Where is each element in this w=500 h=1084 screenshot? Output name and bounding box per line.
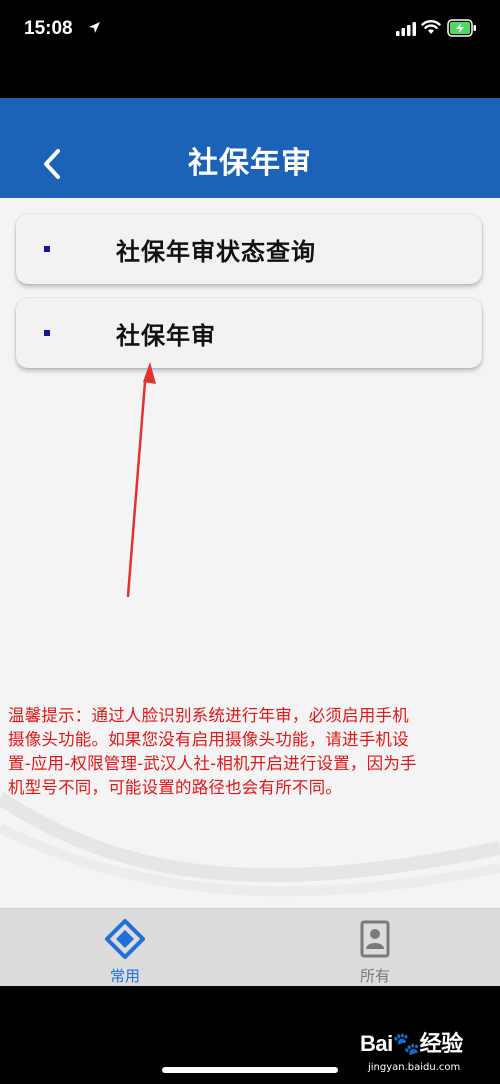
cellular-signal-icon <box>396 22 416 36</box>
location-arrow-icon <box>89 22 100 33</box>
tab-label: 常用 <box>109 967 140 985</box>
watermark-brand: Bai🐾经验 <box>360 1031 463 1056</box>
diamond-icon <box>105 919 145 959</box>
tab-common[interactable]: 常用 <box>65 909 185 986</box>
red-annotation-arrow <box>126 362 156 598</box>
menu-item-label: 社保年审状态查询 <box>116 238 316 266</box>
bottom-tab-bar: 常用 所有 <box>0 908 500 986</box>
menu-item-label: 社保年审 <box>116 322 216 350</box>
bullet-icon <box>44 246 50 252</box>
watermark-url: jingyan.baidu.com <box>368 1062 461 1073</box>
status-time: 15:08 <box>24 18 73 39</box>
page-title: 社保年审 <box>188 146 312 181</box>
menu-item-status-query[interactable]: 社保年审状态查询 <box>16 214 482 284</box>
home-indicator[interactable] <box>162 1067 338 1073</box>
menu-item-annual-review[interactable]: 社保年审 <box>16 298 482 368</box>
tab-all[interactable]: 所有 <box>315 909 435 986</box>
bullet-icon <box>44 330 50 336</box>
nav-header: 社保年审 <box>0 98 500 198</box>
tab-label: 所有 <box>359 967 390 985</box>
app-screen: 社保年审 社保年审状态查询 社保年审 温馨提示：通过人脸识别系统进行年审，必须启… <box>0 98 500 986</box>
battery-charging-icon <box>447 19 476 37</box>
notice-line: 摄像头功能。如果您没有启用摄像头功能，请进手机设 <box>8 730 409 749</box>
status-bar: 15:08 <box>0 0 500 60</box>
profile-card-icon <box>360 920 390 958</box>
background-wave-decoration <box>0 792 500 897</box>
wifi-icon <box>421 20 441 34</box>
notice-line: 温馨提示：通过人脸识别系统进行年审，必须启用手机 <box>8 706 409 725</box>
